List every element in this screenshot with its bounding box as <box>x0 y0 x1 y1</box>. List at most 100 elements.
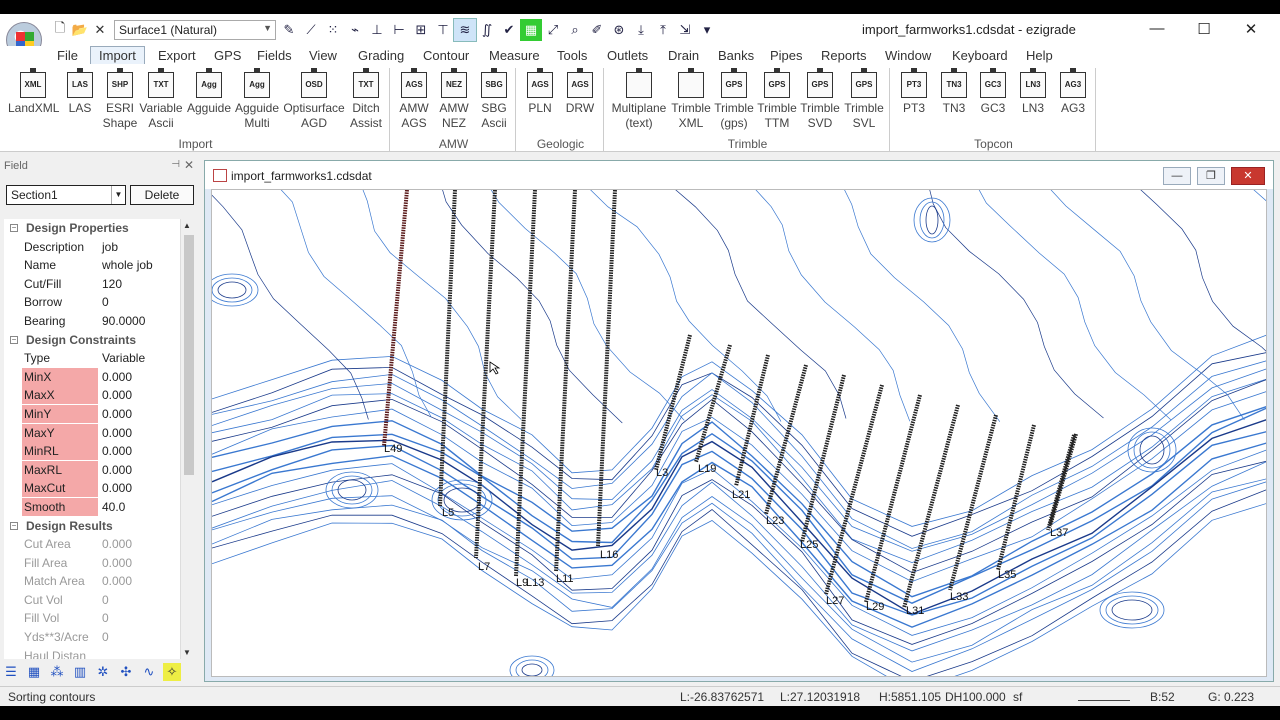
drw-button[interactable]: AGS DRW <box>562 68 598 134</box>
menu-window[interactable]: Window <box>885 48 931 63</box>
menu-keyboard[interactable]: Keyboard <box>952 48 1008 63</box>
property-value[interactable]: 0 <box>102 628 109 646</box>
menu-measure[interactable]: Measure <box>489 48 540 63</box>
trimble-ttm-button[interactable]: GPS Trimble TTM <box>756 68 798 134</box>
property-row[interactable]: MaxCut 0.000 <box>4 479 180 498</box>
property-row[interactable]: Name whole job <box>4 256 180 275</box>
toolbar-menu-icon[interactable]: ▾ <box>696 19 718 41</box>
pin-icon[interactable]: ⊣ <box>171 159 180 170</box>
surface-select[interactable]: Surface1 (Natural) ▼ <box>114 20 276 40</box>
property-category[interactable]: − Design Results <box>4 517 180 536</box>
close-file-icon[interactable]: ✕ <box>90 20 110 40</box>
profile-tool-icon[interactable]: ⊢ <box>388 19 410 41</box>
zoom-icon[interactable]: ⌕ <box>564 19 586 41</box>
ag3-button[interactable]: AG3 AG3 <box>1055 68 1091 134</box>
map-view-icon[interactable]: ▦ <box>520 19 542 41</box>
exit-icon[interactable]: ⇲ <box>674 19 696 41</box>
landxml-button[interactable]: XML LandXML <box>8 68 59 134</box>
property-value[interactable]: 0.000 <box>102 368 132 386</box>
survey-line[interactable] <box>948 414 998 591</box>
amw-nez-button[interactable]: NEZ AMW NEZ <box>436 68 472 134</box>
property-value[interactable]: 90.0000 <box>102 312 145 330</box>
upload-icon[interactable]: ⤒ <box>652 19 674 41</box>
doc-close-button[interactable]: ✕ <box>1231 167 1265 185</box>
collapse-icon[interactable]: − <box>10 224 18 232</box>
collapse-icon[interactable]: − <box>10 335 18 344</box>
property-row[interactable]: Haul Distan <box>4 647 180 659</box>
property-row[interactable]: MinX 0.000 <box>4 367 180 387</box>
survey-line[interactable] <box>382 190 409 447</box>
survey-line[interactable] <box>800 374 846 543</box>
property-row[interactable]: Type Variable <box>4 349 180 368</box>
property-row[interactable]: MaxRL 0.000 <box>4 460 180 480</box>
property-row[interactable]: MaxY 0.000 <box>4 423 180 443</box>
polyline-tool-icon[interactable]: ⌁ <box>344 19 366 41</box>
grid-tool-icon[interactable]: ⊞ <box>410 19 432 41</box>
wave-tool-icon[interactable]: ∬ <box>476 19 498 41</box>
menu-gps[interactable]: GPS <box>214 48 241 63</box>
menu-contour[interactable]: Contour <box>423 48 469 63</box>
menu-tools[interactable]: Tools <box>557 48 587 63</box>
menu-help[interactable]: Help <box>1026 48 1053 63</box>
esri-shape-button[interactable]: SHP ESRI Shape <box>100 68 140 134</box>
property-category[interactable]: − Design Constraints <box>4 331 180 350</box>
property-value[interactable]: Variable <box>102 349 145 367</box>
pln-button[interactable]: AGS PLN <box>522 68 558 134</box>
collapse-icon[interactable]: − <box>10 521 18 530</box>
survey-line[interactable] <box>864 394 922 603</box>
survey-line[interactable] <box>654 334 692 471</box>
trimble-svl-button[interactable]: GPS Trimble SVL <box>843 68 885 134</box>
settings-icon[interactable]: ✲ <box>94 663 112 681</box>
property-row[interactable]: MaxX 0.000 <box>4 386 180 405</box>
trimble-svd-button[interactable]: GPS Trimble SVD <box>799 68 841 134</box>
agguide-multi-button[interactable]: Agg Agguide Multi <box>233 68 281 134</box>
points-view-icon[interactable]: ⁂ <box>48 663 66 681</box>
menu-fields[interactable]: Fields <box>257 48 292 63</box>
property-row[interactable]: Description job <box>4 238 180 257</box>
menu-grading[interactable]: Grading <box>358 48 404 63</box>
sbg-ascii-button[interactable]: SBG SBG Ascii <box>476 68 512 134</box>
survey-line[interactable] <box>902 404 960 609</box>
open-folder-icon[interactable]: 📂 <box>70 20 90 40</box>
trimble-xml-button[interactable]: Trimble XML <box>670 68 712 134</box>
survey-line[interactable] <box>554 190 577 573</box>
edit-tool-icon[interactable]: ✐ <box>586 19 608 41</box>
close-button[interactable]: ✕ <box>1236 20 1266 40</box>
new-file-icon[interactable]: 🗋 <box>50 20 70 40</box>
property-row[interactable]: Borrow 0 <box>4 293 180 312</box>
property-row[interactable]: Fill Area 0.000 <box>4 554 180 573</box>
property-row[interactable]: MinRL 0.000 <box>4 442 180 461</box>
optisurface-agd-button[interactable]: OSD Optisurface AGD <box>282 68 346 134</box>
property-value[interactable]: whole job <box>102 256 153 274</box>
property-row[interactable]: Cut Area 0.000 <box>4 535 180 554</box>
doc-minimize-button[interactable]: — <box>1163 167 1191 185</box>
property-value[interactable]: 0.000 <box>102 405 132 423</box>
property-value[interactable]: 0.000 <box>102 535 132 553</box>
delete-button[interactable]: Delete <box>130 185 194 205</box>
property-row[interactable]: Cut/Fill 120 <box>4 275 180 294</box>
contour-tool-icon[interactable]: ≋ <box>453 18 477 42</box>
pt3-button[interactable]: PT3 PT3 <box>896 68 932 134</box>
columns-view-icon[interactable]: ▥ <box>71 663 89 681</box>
close-panel-icon[interactable]: ✕ <box>184 158 194 172</box>
property-value[interactable]: 0 <box>102 609 109 627</box>
wave-icon[interactable]: ∿ <box>140 663 158 681</box>
menu-outlets[interactable]: Outlets <box>607 48 648 63</box>
menu-export[interactable]: Export <box>158 48 196 63</box>
property-value[interactable]: 0.000 <box>102 461 132 479</box>
tn3-button[interactable]: TN3 TN3 <box>936 68 972 134</box>
contour-map[interactable]: L49L5L7L9L13 L11L16L3 L19L21L23L25L27 L29 L3… <box>212 190 1267 677</box>
property-value[interactable]: job <box>102 238 118 256</box>
ln3-button[interactable]: LN3 LN3 <box>1015 68 1051 134</box>
agguide-button[interactable]: Agg Agguide <box>185 68 233 134</box>
property-value[interactable]: 0.000 <box>102 554 132 572</box>
menu-drain[interactable]: Drain <box>668 48 699 63</box>
survey-line[interactable] <box>596 190 617 547</box>
scrollbar-thumb[interactable] <box>184 235 194 475</box>
menu-view[interactable]: View <box>309 48 337 63</box>
property-row[interactable]: Cut Vol 0 <box>4 591 180 610</box>
measure-tool-icon[interactable]: ⊥ <box>366 19 388 41</box>
map-view[interactable]: L49 L5 L7 L9 L13 L11 L16 L3 L19 L21 L23 L25 L27 L29 L3… <box>211 189 1267 677</box>
property-value[interactable]: 0.000 <box>102 572 132 590</box>
section-select[interactable]: Section1 ▼ <box>6 185 126 205</box>
